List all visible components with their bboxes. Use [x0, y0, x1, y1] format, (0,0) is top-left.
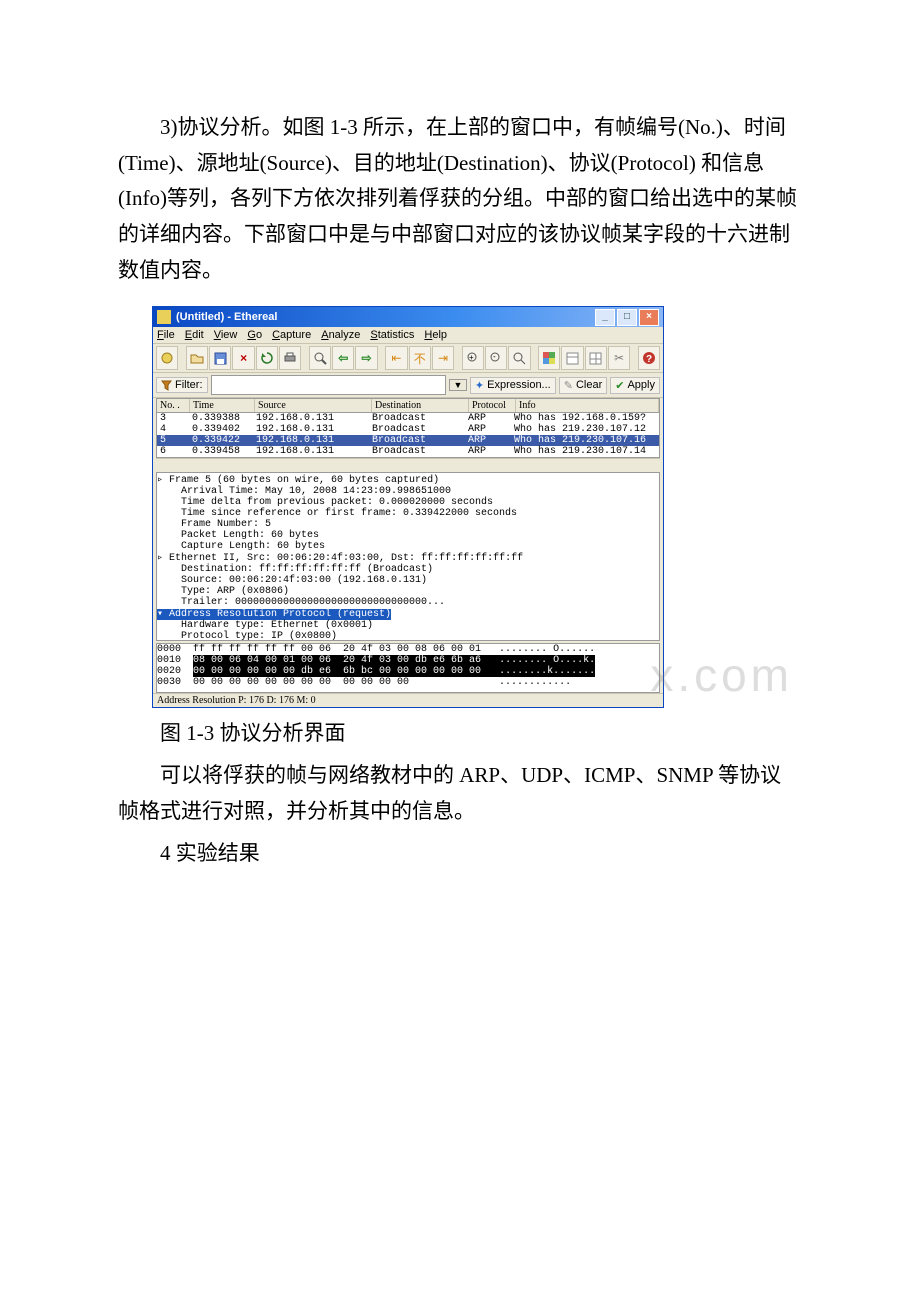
status-bar: Address Resolution P: 176 D: 176 M: 0	[153, 693, 663, 707]
paragraph-3: 3)协议分析。如图 1-3 所示，在上部的窗口中，有帧编号(No.)、时间(Ti…	[118, 110, 802, 288]
goto-icon[interactable]: 不	[409, 346, 431, 370]
packet-detail[interactable]: ▹ Frame 5 (60 bytes on wire, 60 bytes ca…	[156, 472, 660, 641]
wrench-icon[interactable]: ✂	[608, 346, 630, 370]
table-row[interactable]: 50.339422192.168.0.131BroadcastARPWho ha…	[157, 435, 659, 446]
col-info[interactable]: Info	[516, 399, 659, 412]
save-icon[interactable]	[209, 346, 231, 370]
ethereal-window: (Untitled) - Ethereal _ □ × File Edit Vi…	[152, 306, 664, 708]
apply-label: Apply	[627, 379, 655, 391]
expression-button[interactable]: ✦Expression...	[470, 377, 556, 394]
menu-analyze[interactable]: Analyze	[321, 329, 360, 341]
filter-input[interactable]	[211, 375, 446, 395]
table-row[interactable]: 60.339458192.168.0.131BroadcastARPWho ha…	[157, 446, 659, 457]
svg-text:+: +	[469, 353, 474, 362]
maximize-button[interactable]: □	[617, 309, 637, 326]
tree-icon[interactable]	[585, 346, 607, 370]
table-row[interactable]: 30.339388192.168.0.131BroadcastARPWho ha…	[157, 413, 659, 424]
forward-icon[interactable]: ⇨	[355, 346, 377, 370]
clear-button[interactable]: ✎Clear	[559, 377, 608, 394]
detail-highlight[interactable]: ▾ Address Resolution Protocol (request)	[157, 609, 391, 620]
packet-list[interactable]: No. . Time Source Destination Protocol I…	[156, 398, 660, 458]
minimize-button[interactable]: _	[595, 309, 615, 326]
svg-text:?: ?	[646, 354, 652, 365]
paragraph-compare: 可以将俘获的帧与网络教材中的 ARP、UDP、ICMP、SNMP 等协议帧格式进…	[118, 758, 802, 829]
zoom-1-icon[interactable]	[508, 346, 530, 370]
packet-list-header: No. . Time Source Destination Protocol I…	[157, 399, 659, 413]
col-source[interactable]: Source	[255, 399, 372, 412]
menu-view[interactable]: View	[214, 329, 238, 341]
reload-icon[interactable]	[256, 346, 278, 370]
menu-file[interactable]: File	[157, 329, 175, 341]
filter-button[interactable]: Filter:	[156, 377, 208, 393]
svg-text:-: -	[493, 352, 496, 361]
find-icon[interactable]	[309, 346, 331, 370]
toolbar-btn-1[interactable]	[156, 346, 178, 370]
menu-edit[interactable]: Edit	[185, 329, 204, 341]
zoom-in-icon[interactable]: +	[462, 346, 484, 370]
app-icon	[157, 310, 171, 324]
menu-statistics[interactable]: Statistics	[370, 329, 414, 341]
col-no[interactable]: No. .	[157, 399, 190, 412]
help-icon[interactable]: ?	[638, 346, 660, 370]
open-icon[interactable]	[186, 346, 208, 370]
detail-text-2: Hardware type: Ethernet (0x0001) Protoco…	[157, 620, 523, 641]
expression-label: Expression...	[487, 379, 551, 391]
clear-label: Clear	[576, 379, 602, 391]
col-destination[interactable]: Destination	[372, 399, 469, 412]
apply-button[interactable]: ✔Apply	[610, 377, 660, 394]
col-protocol[interactable]: Protocol	[469, 399, 516, 412]
filter-icon	[161, 380, 172, 391]
filter-label: Filter:	[175, 379, 203, 391]
menubar: File Edit View Go Capture Analyze Statis…	[153, 327, 663, 344]
figure-caption: 图 1-3 协议分析界面	[118, 716, 802, 752]
toolbar: × ⇦ ⇨ ⇤ 不 ⇥ + - ✂ ?	[153, 344, 663, 373]
prefs-icon[interactable]	[561, 346, 583, 370]
heading-4: 4 实验结果	[118, 836, 802, 872]
menu-capture[interactable]: Capture	[272, 329, 311, 341]
color-icon[interactable]	[538, 346, 560, 370]
goto-first-icon[interactable]: ⇤	[385, 346, 407, 370]
hex-pane[interactable]: 0000 ff ff ff ff ff ff 00 06 20 4f 03 00…	[156, 643, 660, 693]
filter-dropdown[interactable]: ▼	[449, 379, 467, 391]
back-icon[interactable]: ⇦	[332, 346, 354, 370]
menu-help[interactable]: Help	[424, 329, 447, 341]
detail-text-1: ▹ Frame 5 (60 bytes on wire, 60 bytes ca…	[157, 475, 523, 608]
filter-bar: Filter: ▼ ✦Expression... ✎Clear ✔Apply	[153, 373, 663, 398]
titlebar[interactable]: (Untitled) - Ethereal _ □ ×	[153, 307, 663, 327]
watermark: x.com	[650, 648, 793, 702]
print-icon[interactable]	[279, 346, 301, 370]
window-title: (Untitled) - Ethereal	[176, 311, 277, 323]
close-button[interactable]: ×	[639, 309, 659, 326]
goto-last-icon[interactable]: ⇥	[432, 346, 454, 370]
table-row[interactable]: 40.339402192.168.0.131BroadcastARPWho ha…	[157, 424, 659, 435]
packet-list-scrollbar[interactable]	[156, 458, 660, 470]
menu-go[interactable]: Go	[247, 329, 262, 341]
col-time[interactable]: Time	[190, 399, 255, 412]
zoom-out-icon[interactable]: -	[485, 346, 507, 370]
close-file-icon[interactable]: ×	[232, 346, 254, 370]
